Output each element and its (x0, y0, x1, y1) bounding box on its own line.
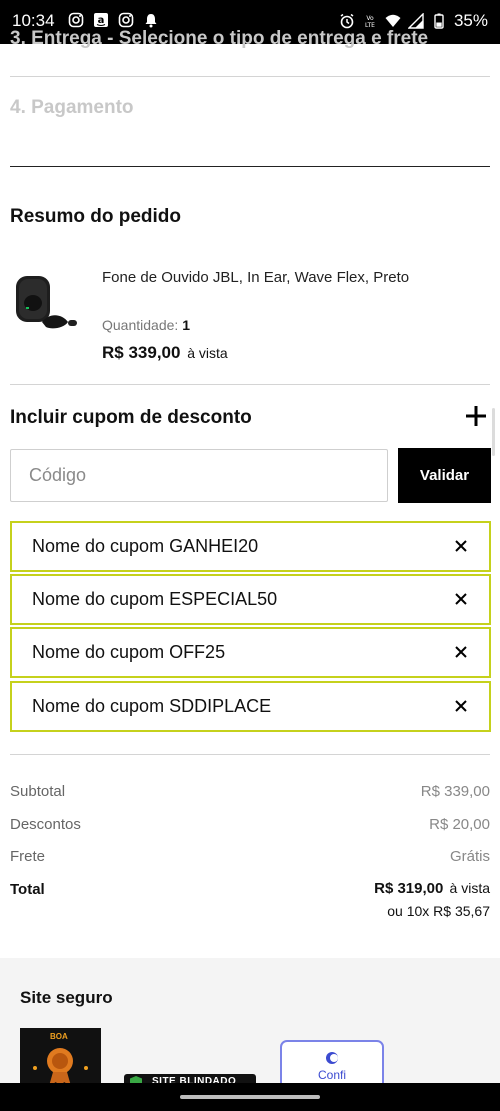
delivery-step-heading[interactable]: 3. Entrega - Selecione o tipo de entrega… (10, 28, 428, 50)
signal-icon (407, 13, 424, 29)
coupon-label: Nome do cupom SDDIPLACE (32, 696, 272, 716)
product-image (16, 276, 77, 329)
battery-percentage: 35% (453, 11, 488, 30)
home-gesture-handle[interactable] (180, 1095, 320, 1099)
svg-text:a: a (98, 15, 105, 26)
order-summary-title: Resumo do pedido (10, 206, 181, 227)
scrollbar-thumb[interactable] (492, 408, 495, 456)
product-quantity: Quantidade: 1 (102, 317, 190, 333)
volte-icon: VoLTE (365, 15, 375, 29)
discounts-label: Descontos (10, 816, 81, 833)
confi-logo-icon (326, 1052, 338, 1064)
product-price-suffix: à vista (187, 345, 228, 361)
instagram-icon (68, 12, 84, 28)
product-price-value: R$ 339,00 (102, 343, 181, 362)
navigation-bar (0, 1083, 500, 1111)
divider (10, 384, 490, 385)
divider (10, 754, 490, 755)
instagram-icon (118, 12, 134, 28)
battery-icon (434, 13, 444, 29)
secure-site-title: Site seguro (20, 988, 113, 1007)
total-label: Total (10, 881, 45, 898)
applied-coupon-row: Nome do cupom OFF25 (10, 627, 491, 678)
quantity-value: 1 (182, 317, 190, 333)
coupon-code-input[interactable] (10, 449, 388, 502)
boa-badge-logo[interactable]: BOA (20, 1028, 101, 1088)
product-price: R$ 339,00 à vista (102, 343, 228, 363)
total-suffix: à vista (449, 880, 490, 896)
coupon-label: Nome do cupom GANHEI20 (32, 536, 259, 556)
remove-coupon-close-icon[interactable] (451, 642, 471, 662)
applied-coupon-row: Nome do cupom SDDIPLACE (10, 681, 491, 732)
alarm-icon (340, 13, 354, 29)
shipping-value: Grátis (449, 848, 490, 865)
payment-step-heading[interactable]: 4. Pagamento (10, 97, 134, 119)
subtotal-label: Subtotal (10, 783, 66, 800)
amazon-icon: a (94, 13, 108, 27)
remove-coupon-close-icon[interactable] (451, 696, 471, 716)
validate-coupon-button[interactable]: Validar (398, 448, 491, 503)
subtotal-value: R$ 339,00 (420, 783, 490, 800)
svg-text:Vo: Vo (366, 15, 374, 22)
remove-coupon-close-icon[interactable] (451, 589, 471, 609)
divider (10, 166, 490, 167)
divider (10, 76, 490, 77)
installments-text: ou 10x R$ 35,67 (387, 903, 490, 919)
total-value: R$ 319,00 à vista (374, 880, 490, 897)
applied-coupon-row: Nome do cupom ESPECIAL50 (10, 574, 491, 625)
award-medal-icon (33, 1048, 88, 1088)
status-notification-icons: a (68, 12, 159, 28)
applied-coupon-row: Nome do cupom GANHEI20 (10, 521, 491, 572)
coupon-label: Nome do cupom OFF25 (32, 642, 226, 662)
coupon-label: Nome do cupom ESPECIAL50 (32, 589, 278, 609)
wifi-icon (385, 14, 401, 27)
expand-coupon-plus-icon[interactable] (464, 404, 488, 428)
remove-coupon-close-icon[interactable] (451, 536, 471, 556)
confi-badge-text: Confi (318, 1068, 347, 1082)
total-amount: R$ 319,00 (374, 880, 444, 897)
product-name: Fone de Ouvido JBL, In Ear, Wave Flex, P… (102, 269, 410, 286)
quantity-label: Quantidade: (102, 317, 179, 333)
notification-bell-icon (145, 14, 157, 28)
coupon-section-title: Incluir cupom de desconto (10, 407, 252, 428)
discounts-value: R$ 20,00 (429, 816, 490, 833)
shipping-label: Frete (10, 848, 46, 865)
